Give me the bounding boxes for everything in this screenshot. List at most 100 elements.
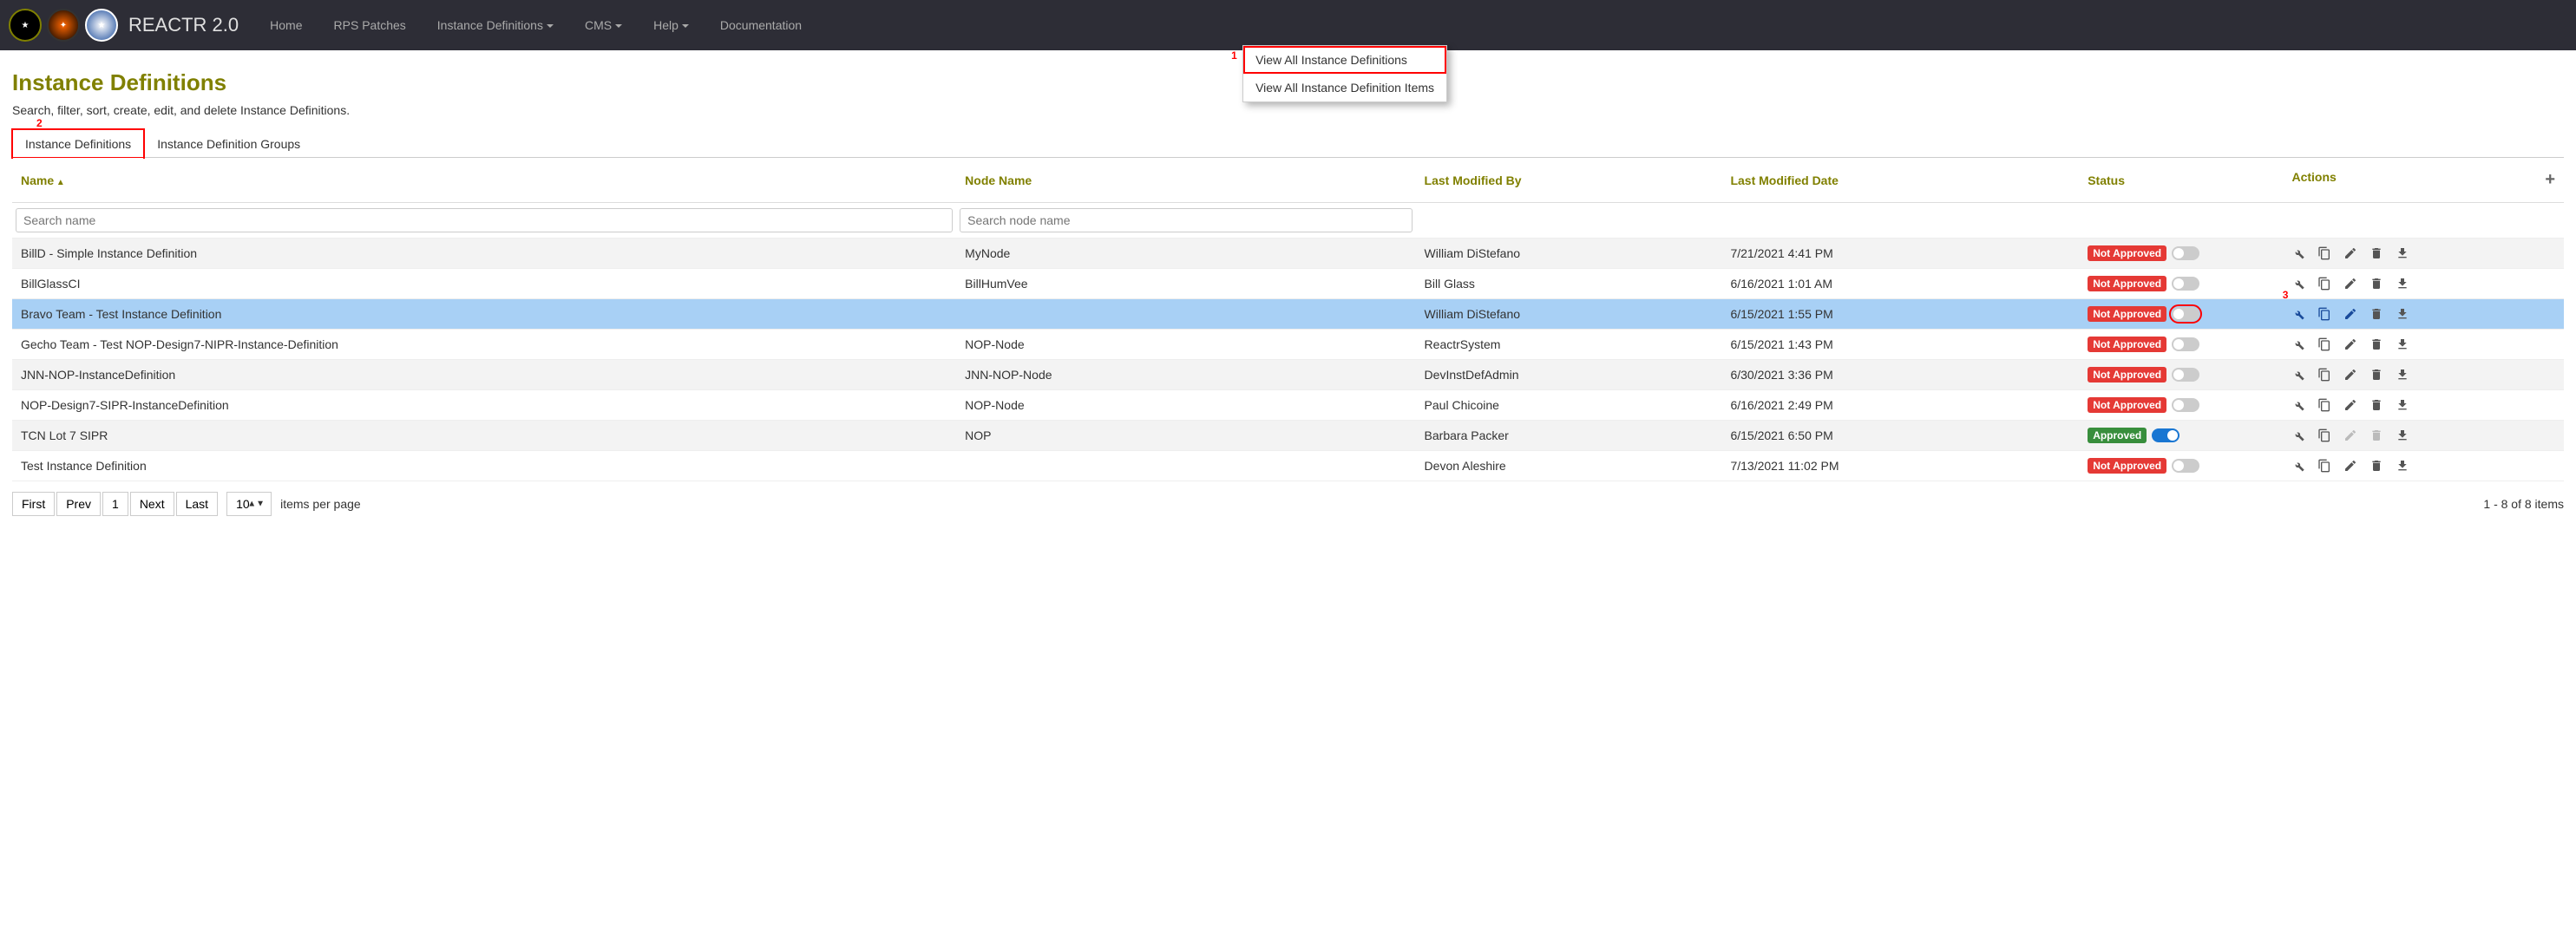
copy-icon[interactable] [2317, 337, 2331, 351]
download-icon[interactable] [2396, 246, 2409, 260]
cell-node: NOP [956, 421, 1415, 451]
pager-page-1[interactable]: 1 [102, 492, 128, 516]
cell-modified-date: 6/30/2021 3:36 PM [1721, 360, 2079, 390]
nav-cms[interactable]: CMS [569, 3, 638, 48]
approve-toggle[interactable] [2172, 398, 2199, 412]
edit-icon[interactable] [2343, 337, 2357, 351]
table-row[interactable]: Test Instance DefinitionDevon Aleshire7/… [12, 451, 2564, 481]
download-icon[interactable] [2396, 398, 2409, 412]
edit-icon[interactable] [2343, 246, 2357, 260]
download-icon[interactable] [2396, 459, 2409, 473]
wrench-icon[interactable] [2291, 368, 2305, 382]
edit-icon[interactable] [2343, 368, 2357, 382]
copy-icon[interactable] [2317, 398, 2331, 412]
pager-first[interactable]: First [12, 492, 55, 516]
cell-modified-by: Paul Chicoine [1416, 390, 1722, 421]
approve-toggle[interactable] [2172, 337, 2199, 351]
trash-icon[interactable] [2370, 337, 2383, 351]
trash-icon[interactable] [2370, 277, 2383, 291]
cell-actions [2283, 330, 2564, 360]
edit-icon[interactable] [2343, 459, 2357, 473]
download-icon[interactable] [2396, 337, 2409, 351]
wrench-icon[interactable] [2291, 459, 2305, 473]
wrench-icon[interactable] [2291, 428, 2305, 442]
col-status[interactable]: Status [2079, 158, 2283, 203]
cell-node: BillHumVee [956, 269, 1415, 299]
callout-1: 1 [1231, 49, 1237, 62]
table-row[interactable]: BillD - Simple Instance DefinitionMyNode… [12, 239, 2564, 269]
trash-icon[interactable] [2370, 368, 2383, 382]
trash-icon[interactable] [2370, 246, 2383, 260]
approve-toggle[interactable] [2172, 307, 2199, 321]
download-icon[interactable] [2396, 277, 2409, 291]
pager-prev[interactable]: Prev [56, 492, 101, 516]
download-icon[interactable] [2396, 368, 2409, 382]
copy-icon[interactable] [2317, 277, 2331, 291]
dropdown-view-all-instance-definitions[interactable]: View All Instance Definitions [1243, 46, 1446, 74]
pager-page-size[interactable]: 10 [226, 492, 272, 516]
tab-instance-definition-groups[interactable]: Instance Definition Groups [144, 129, 313, 158]
nav-documentation[interactable]: Documentation [705, 3, 817, 48]
table-row[interactable]: Bravo Team - Test Instance DefinitionWil… [12, 299, 2564, 330]
col-node-name[interactable]: Node Name [956, 158, 1415, 203]
nav-home[interactable]: Home [254, 3, 318, 48]
nav-rps-patches[interactable]: RPS Patches [318, 3, 422, 48]
dropdown-view-all-instance-definition-items[interactable]: View All Instance Definition Items [1243, 74, 1446, 101]
table-row[interactable]: TCN Lot 7 SIPRNOPBarbara Packer6/15/2021… [12, 421, 2564, 451]
col-name[interactable]: Name [12, 158, 956, 203]
tab-instance-definitions[interactable]: Instance Definitions [12, 129, 144, 158]
col-last-modified-by[interactable]: Last Modified By [1416, 158, 1722, 203]
search-node-input[interactable] [960, 208, 1412, 232]
copy-icon[interactable] [2317, 246, 2331, 260]
trash-icon[interactable] [2370, 307, 2383, 321]
copy-icon[interactable] [2317, 459, 2331, 473]
status-badge: Not Approved [2088, 458, 2166, 474]
nav-instance-definitions[interactable]: Instance Definitions [422, 3, 569, 48]
cell-modified-by: Bill Glass [1416, 269, 1722, 299]
edit-icon[interactable] [2343, 398, 2357, 412]
cell-node: NOP-Node [956, 330, 1415, 360]
edit-icon[interactable] [2343, 307, 2357, 321]
col-actions: Actions + [2283, 158, 2564, 203]
cell-modified-date: 6/16/2021 2:49 PM [1721, 390, 2079, 421]
tabs: 2 Instance Definitions Instance Definiti… [12, 129, 2564, 158]
pager-next[interactable]: Next [130, 492, 174, 516]
cell-node [956, 299, 1415, 330]
cell-status: Approved [2079, 421, 2283, 451]
copy-icon[interactable] [2317, 307, 2331, 321]
download-icon[interactable] [2396, 428, 2409, 442]
table-row[interactable]: NOP-Design7-SIPR-InstanceDefinitionNOP-N… [12, 390, 2564, 421]
nav-help[interactable]: Help [638, 3, 705, 48]
wrench-icon[interactable] [2291, 398, 2305, 412]
wrench-icon[interactable] [2291, 246, 2305, 260]
wrench-icon[interactable] [2291, 337, 2305, 351]
edit-icon[interactable] [2343, 277, 2357, 291]
approve-toggle[interactable] [2152, 428, 2179, 442]
approve-toggle[interactable] [2172, 459, 2199, 473]
table-row[interactable]: BillGlassCIBillHumVeeBill Glass6/16/2021… [12, 269, 2564, 299]
table-row[interactable]: Gecho Team - Test NOP-Design7-NIPR-Insta… [12, 330, 2564, 360]
search-name-input[interactable] [16, 208, 953, 232]
table-row[interactable]: JNN-NOP-InstanceDefinitionJNN-NOP-NodeDe… [12, 360, 2564, 390]
download-icon[interactable] [2396, 307, 2409, 321]
approve-toggle[interactable] [2172, 246, 2199, 260]
pager-last[interactable]: Last [176, 492, 218, 516]
col-last-modified-date[interactable]: Last Modified Date [1721, 158, 2079, 203]
pager-ipp-label: items per page [280, 497, 361, 511]
trash-icon[interactable] [2370, 459, 2383, 473]
cell-name: Test Instance Definition [12, 451, 956, 481]
trash-icon [2370, 428, 2383, 442]
approve-toggle[interactable] [2172, 368, 2199, 382]
trash-icon[interactable] [2370, 398, 2383, 412]
cell-actions [2283, 299, 2564, 330]
wrench-icon[interactable] [2291, 307, 2305, 321]
caret-down-icon [547, 24, 554, 28]
copy-icon[interactable] [2317, 428, 2331, 442]
copy-icon[interactable] [2317, 368, 2331, 382]
wrench-icon[interactable] [2291, 277, 2305, 291]
pager-count: 1 - 8 of 8 items [2483, 497, 2564, 511]
cell-modified-by: Barbara Packer [1416, 421, 1722, 451]
approve-toggle[interactable] [2172, 277, 2199, 291]
cell-actions [2283, 360, 2564, 390]
add-row-icon[interactable]: + [2545, 170, 2555, 190]
